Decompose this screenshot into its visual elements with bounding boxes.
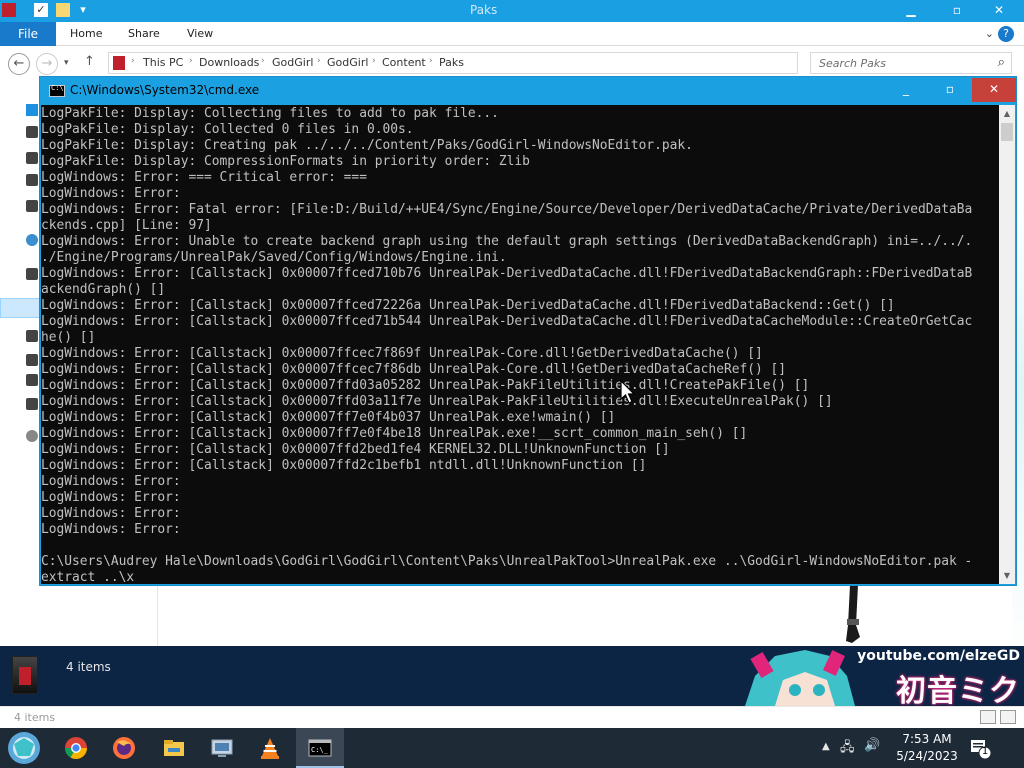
breadcrumb-paks[interactable]: Paks	[439, 56, 464, 69]
taskbar-file-explorer[interactable]	[150, 728, 198, 768]
cmd-minimize-button[interactable]: _	[884, 78, 928, 102]
cmd-icon: C:\_	[308, 739, 332, 757]
youtube-channel-text: youtube.com/elzeGD	[857, 648, 1020, 664]
explorer-app-icon	[2, 3, 16, 17]
explorer-title-bar: ✓ ▾ Paks ▁ ▫ ✕	[0, 0, 1024, 22]
action-center-icon[interactable]: 1	[968, 736, 992, 760]
taskbar-control-panel[interactable]	[198, 728, 246, 768]
clock-time: 7:53 AM	[902, 732, 952, 746]
explorer-close-button[interactable]: ✕	[976, 0, 1022, 20]
cmd-window-title: C:\Windows\System32\cmd.exe	[70, 83, 260, 97]
network-icon[interactable]	[26, 234, 38, 246]
console-text: LogPakFile: Display: Collecting files to…	[41, 106, 973, 584]
breadcrumb-godgirl[interactable]: GodGirl	[272, 56, 313, 69]
svg-text:C:\_: C:\_	[311, 746, 329, 754]
quick-access-icon[interactable]	[26, 104, 38, 116]
show-hidden-icons-icon[interactable]: ▲	[822, 741, 830, 752]
search-input[interactable]: Search Paks ⌕	[810, 52, 1012, 74]
cmd-close-button[interactable]: ✕	[972, 78, 1016, 102]
volume-icon[interactable]: 🔊	[864, 738, 880, 753]
nav-item-icon[interactable]	[26, 398, 38, 410]
new-folder-icon[interactable]	[56, 3, 70, 17]
explorer-maximize-button[interactable]: ▫	[934, 0, 980, 20]
mouse-pointer-icon	[620, 380, 636, 404]
hatsune-miku-logo: 初音ミク	[896, 674, 1020, 709]
tab-view[interactable]: View	[187, 22, 213, 46]
console-output[interactable]: LogPakFile: Display: Collecting files to…	[41, 105, 999, 584]
details-view-button[interactable]	[980, 710, 996, 724]
explorer-ribbon: File Home Share View ⌄ ?	[0, 22, 1024, 46]
taskbar: C:\_ ▲ 🖧 🔊 7:53 AM 5/24/2023 1	[0, 728, 1024, 768]
firefox-icon	[113, 737, 135, 759]
folder-location-icon	[113, 56, 125, 70]
search-icon[interactable]: ⌕	[998, 55, 1005, 70]
clock[interactable]: 7:53 AM 5/24/2023	[890, 731, 964, 765]
nav-item-icon[interactable]	[26, 354, 38, 366]
chrome-icon	[65, 737, 87, 759]
tab-file[interactable]: File	[0, 22, 56, 46]
recent-locations-icon[interactable]: ▾	[64, 58, 69, 68]
nav-item-icon[interactable]	[26, 330, 38, 342]
network-icon[interactable]: 🖧	[840, 738, 855, 760]
ribbon-expand-chevron-icon[interactable]: ⌄	[985, 22, 994, 46]
nav-item-icon[interactable]	[26, 200, 38, 212]
taskbar-cmd[interactable]: C:\_	[296, 728, 344, 768]
control-panel-icon	[211, 739, 233, 757]
breadcrumb-this-pc[interactable]: This PC	[143, 56, 183, 69]
nav-item-icon[interactable]	[26, 152, 38, 164]
pc-case-thumbnail	[12, 656, 38, 694]
cmd-maximize-button[interactable]: ▫	[928, 78, 972, 102]
scroll-up-arrow-icon[interactable]: ▲	[999, 105, 1015, 122]
taskbar-firefox[interactable]	[100, 728, 148, 768]
disc-drive-icon[interactable]	[26, 430, 38, 442]
help-icon[interactable]: ?	[998, 26, 1014, 42]
nav-item-icon[interactable]	[26, 126, 38, 138]
nav-selected-item[interactable]	[0, 298, 40, 318]
tab-share[interactable]: Share	[128, 22, 160, 46]
clock-date: 5/24/2023	[896, 749, 958, 763]
customize-quick-access-icon[interactable]: ▾	[76, 3, 90, 17]
address-bar[interactable]: › This PC › Downloads › GodGirl › GodGir…	[108, 52, 798, 74]
breadcrumb-content[interactable]: Content	[382, 56, 426, 69]
cmd-title-bar[interactable]: C:\Windows\System32\cmd.exe _ ▫ ✕	[40, 77, 1016, 105]
explorer-minimize-button[interactable]: ▁	[888, 0, 934, 20]
explorer-status-bar: 4 items	[0, 706, 1024, 728]
back-button[interactable]: ←	[8, 53, 30, 75]
wallpaper-figure-leg	[846, 585, 860, 643]
breadcrumb-godgirl-sub[interactable]: GodGirl	[327, 56, 368, 69]
console-scrollbar[interactable]: ▲ ▼	[999, 105, 1015, 584]
nav-item-icon[interactable]	[26, 374, 38, 386]
taskbar-vlc[interactable]	[246, 728, 294, 768]
cmd-window: C:\Windows\System32\cmd.exe _ ▫ ✕ LogPak…	[39, 76, 1017, 586]
media-strip: 4 items youtube.com/elzeGD 初音ミク	[0, 646, 1024, 709]
vlc-icon	[261, 738, 279, 759]
notification-count: 1	[981, 746, 989, 757]
nav-item-icon[interactable]	[26, 174, 38, 186]
start-button[interactable]	[4, 730, 44, 766]
up-button[interactable]: ↑	[84, 54, 95, 69]
search-placeholder: Search Paks	[819, 57, 887, 70]
tab-home[interactable]: Home	[70, 22, 102, 46]
scroll-down-arrow-icon[interactable]: ▼	[999, 567, 1015, 584]
miku-artwork	[745, 650, 855, 706]
nav-item-icon[interactable]	[26, 268, 38, 280]
media-items-count: 4 items	[66, 660, 111, 674]
properties-icon[interactable]: ✓	[34, 3, 48, 17]
large-icons-view-button[interactable]	[1000, 710, 1016, 724]
folder-icon	[164, 740, 184, 756]
cmd-app-icon[interactable]	[49, 84, 65, 97]
item-count-text: 4 items	[14, 711, 56, 724]
taskbar-chrome[interactable]	[52, 728, 100, 768]
scrollbar-thumb[interactable]	[1001, 123, 1013, 141]
breadcrumb-downloads[interactable]: Downloads	[199, 56, 259, 69]
explorer-window-title: Paks	[470, 3, 498, 17]
forward-button[interactable]: →	[36, 53, 58, 75]
